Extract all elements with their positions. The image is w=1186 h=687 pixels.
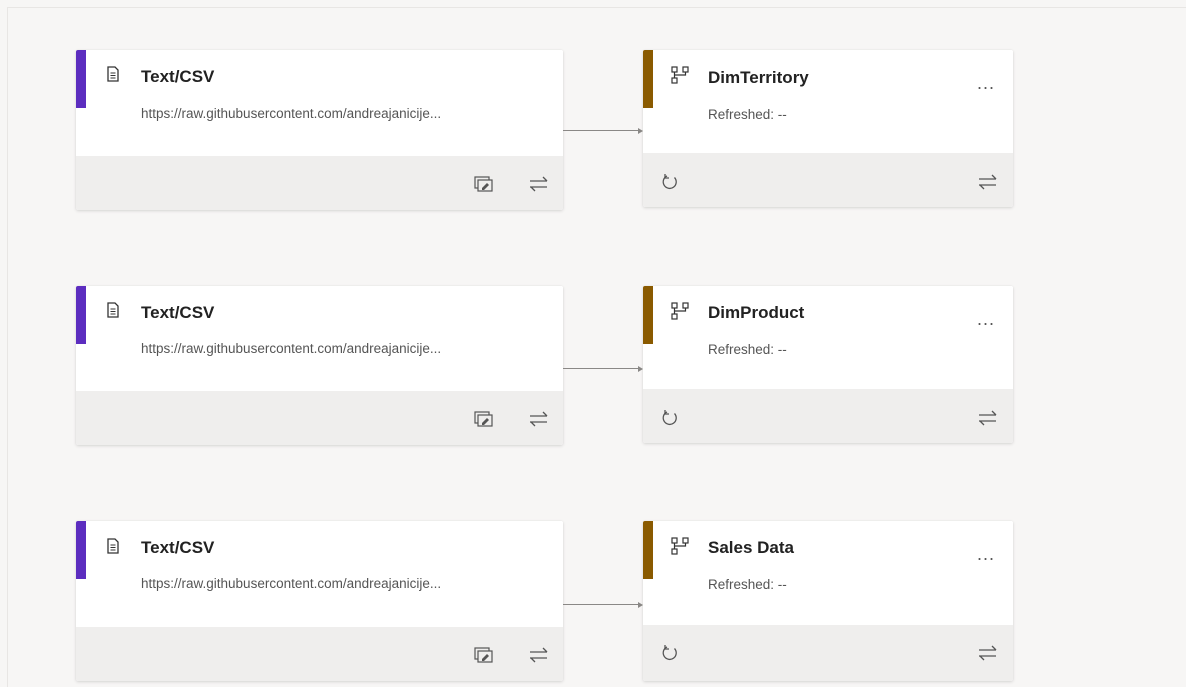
source-card[interactable]: Text/CSV https://raw.githubusercontent.c… bbox=[76, 286, 563, 445]
refreshed-status: Refreshed: -- bbox=[708, 107, 787, 122]
edit-settings-button[interactable] bbox=[473, 643, 497, 667]
more-options-button[interactable]: ... bbox=[977, 74, 995, 92]
source-accent-bar bbox=[76, 286, 86, 344]
document-icon bbox=[106, 538, 120, 554]
edit-settings-button[interactable] bbox=[473, 172, 497, 196]
source-url: https://raw.githubusercontent.com/andrea… bbox=[141, 106, 442, 121]
edit-settings-icon bbox=[474, 411, 493, 427]
refreshed-status: Refreshed: -- bbox=[708, 342, 787, 357]
refresh-button[interactable] bbox=[658, 406, 682, 430]
source-title: Text/CSV bbox=[141, 67, 215, 86]
transform-arrows-icon bbox=[979, 174, 997, 190]
query-step-icon bbox=[671, 66, 689, 84]
transform-button[interactable] bbox=[976, 641, 1000, 665]
query-accent-bar bbox=[643, 286, 653, 344]
more-options-button[interactable]: ... bbox=[977, 545, 995, 563]
query-card[interactable]: Sales Data Refreshed: -- ... bbox=[643, 521, 1013, 681]
document-icon bbox=[106, 66, 120, 82]
refresh-button[interactable] bbox=[658, 641, 682, 665]
edit-settings-icon bbox=[474, 176, 493, 192]
source-accent-bar bbox=[76, 50, 86, 108]
refresh-icon bbox=[662, 645, 677, 661]
transform-arrows-icon bbox=[530, 176, 548, 192]
source-url: https://raw.githubusercontent.com/andrea… bbox=[141, 341, 442, 356]
source-card[interactable]: Text/CSV https://raw.githubusercontent.c… bbox=[76, 521, 563, 681]
more-options-button[interactable]: ... bbox=[977, 310, 995, 328]
transform-button[interactable] bbox=[527, 643, 551, 667]
transform-button[interactable] bbox=[976, 170, 1000, 194]
query-title: DimProduct bbox=[708, 303, 805, 322]
query-step-icon bbox=[671, 302, 689, 320]
query-card[interactable]: DimTerritory Refreshed: -- ... bbox=[643, 50, 1013, 207]
connector-line bbox=[563, 604, 639, 605]
source-accent-bar bbox=[76, 521, 86, 579]
refreshed-status: Refreshed: -- bbox=[708, 577, 787, 592]
query-step-icon bbox=[671, 537, 689, 555]
connector-line bbox=[563, 130, 639, 131]
transform-button[interactable] bbox=[976, 406, 1000, 430]
query-accent-bar bbox=[643, 50, 653, 108]
transform-arrows-icon bbox=[530, 411, 548, 427]
query-card[interactable]: DimProduct Refreshed: -- ... bbox=[643, 286, 1013, 443]
source-url: https://raw.githubusercontent.com/andrea… bbox=[141, 576, 442, 591]
query-title: DimTerritory bbox=[708, 68, 809, 87]
connector-line bbox=[563, 368, 639, 369]
source-card[interactable]: Text/CSV https://raw.githubusercontent.c… bbox=[76, 50, 563, 210]
source-title: Text/CSV bbox=[141, 303, 215, 322]
transform-button[interactable] bbox=[527, 172, 551, 196]
refresh-button[interactable] bbox=[658, 170, 682, 194]
query-accent-bar bbox=[643, 521, 653, 579]
transform-arrows-icon bbox=[979, 410, 997, 426]
transform-arrows-icon bbox=[530, 647, 548, 663]
document-icon bbox=[106, 302, 120, 318]
edit-settings-icon bbox=[474, 647, 493, 663]
refresh-icon bbox=[662, 174, 677, 190]
refresh-icon bbox=[662, 410, 677, 426]
query-title: Sales Data bbox=[708, 538, 794, 557]
source-title: Text/CSV bbox=[141, 538, 215, 557]
edit-settings-button[interactable] bbox=[473, 407, 497, 431]
transform-button[interactable] bbox=[527, 407, 551, 431]
transform-arrows-icon bbox=[979, 645, 997, 661]
